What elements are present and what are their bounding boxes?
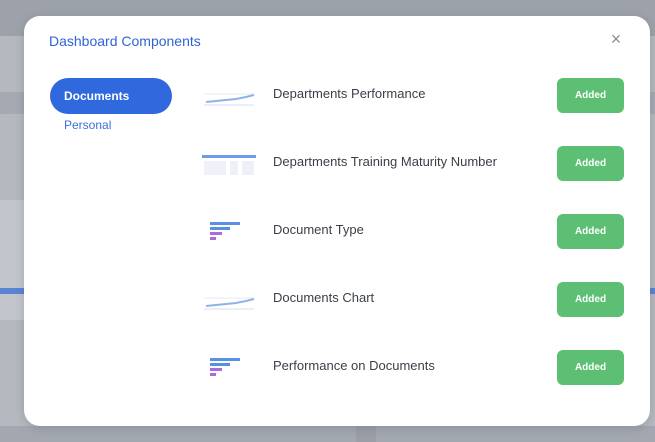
horizontal-bar-thumbnail-icon — [200, 350, 258, 384]
component-label: Documents Chart — [273, 290, 375, 305]
added-button[interactable]: Added — [557, 146, 624, 181]
component-row: Departments Performance Added — [200, 72, 630, 140]
nav-item-documents[interactable]: Documents — [50, 78, 172, 114]
added-button[interactable]: Added — [557, 350, 624, 385]
added-button[interactable]: Added — [557, 78, 624, 113]
component-list: Departments Performance Added Department… — [200, 72, 630, 412]
line-chart-thumbnail-icon — [200, 78, 258, 112]
line-chart-thumbnail-icon — [200, 282, 258, 316]
added-button[interactable]: Added — [557, 282, 624, 317]
component-row: Performance on Documents Added — [200, 344, 630, 412]
component-label: Performance on Documents — [273, 358, 435, 373]
background-divider — [356, 426, 376, 442]
side-nav: Documents Personal — [50, 78, 172, 135]
component-label: Document Type — [273, 222, 364, 237]
component-row: Document Type Added — [200, 208, 630, 276]
bar-table-thumbnail-icon — [200, 146, 258, 180]
component-row: Departments Training Maturity Number Add… — [200, 140, 630, 208]
background-bottom-bar — [0, 426, 655, 442]
dashboard-components-modal: Dashboard Components × Documents Persona… — [24, 16, 650, 426]
modal-title: Dashboard Components — [49, 33, 201, 49]
horizontal-bar-thumbnail-icon — [200, 214, 258, 248]
nav-item-personal[interactable]: Personal — [50, 115, 172, 135]
added-button[interactable]: Added — [557, 214, 624, 249]
component-label: Departments Training Maturity Number — [273, 154, 497, 169]
close-icon[interactable]: × — [606, 29, 626, 49]
component-label: Departments Performance — [273, 86, 426, 101]
component-row: Documents Chart Added — [200, 276, 630, 344]
